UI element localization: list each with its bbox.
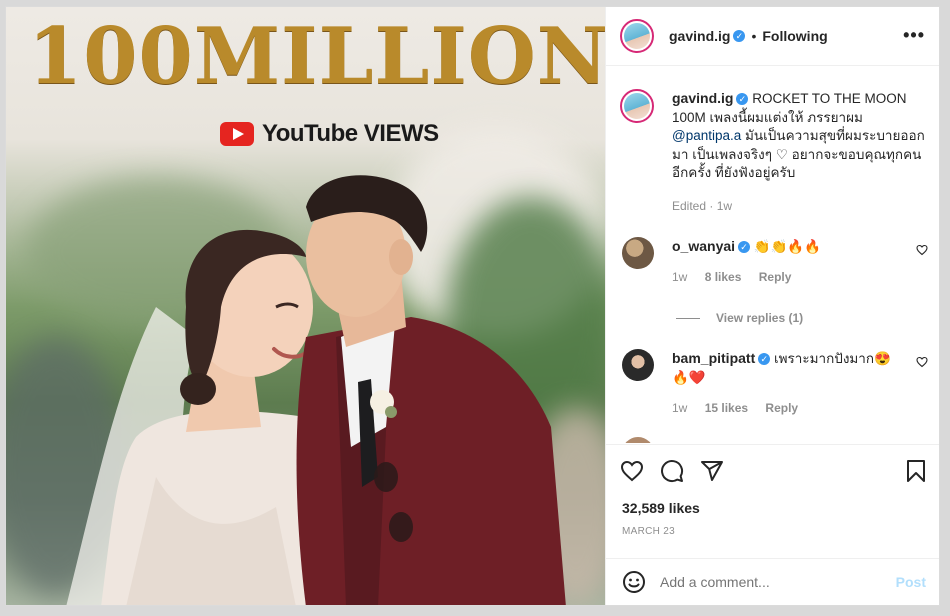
verified-badge-icon: ✓ — [758, 353, 771, 366]
author-username[interactable]: gavind.ig — [669, 28, 730, 44]
save-icon[interactable] — [906, 460, 926, 482]
add-comment-bar: Post — [606, 558, 939, 605]
caption-mention-link[interactable]: @pantipa.a — [672, 128, 741, 143]
comment-reply-button[interactable]: Reply — [759, 270, 792, 284]
youtube-badge-text: YouTube VIEWS — [262, 120, 439, 147]
commenter-avatar[interactable] — [622, 437, 654, 443]
verified-badge-icon: ✓ — [738, 241, 751, 254]
comment-icon[interactable] — [660, 459, 684, 483]
comment-likes[interactable]: 15 likes — [705, 401, 748, 415]
youtube-logo-icon — [220, 122, 254, 146]
header-separator: • — [751, 28, 757, 44]
comment-reply-button[interactable]: Reply — [765, 401, 798, 415]
commenter-username[interactable]: bam_pitipatt — [672, 350, 755, 366]
caption-avatar[interactable] — [620, 89, 654, 123]
verified-badge-icon: ✓ — [736, 93, 749, 106]
heart-small-icon[interactable] — [916, 244, 928, 256]
caption-meta: Edited · 1w — [672, 198, 733, 213]
following-button[interactable]: Following — [762, 28, 827, 44]
action-icons — [620, 459, 724, 483]
comment-meta: 1w 15 likes Reply — [672, 401, 939, 415]
youtube-badge: YouTube VIEWS — [220, 120, 439, 148]
commenter-username[interactable]: o_wanyai — [672, 238, 735, 254]
post-image[interactable]: 100MILLION YouTube VIEWS — [6, 7, 605, 605]
caption: gavind.ig ✓ ROCKET TO THE MOON 100M เพลงน… — [606, 67, 939, 213]
caption-username[interactable]: gavind.ig — [672, 90, 733, 106]
comment-age: 1w — [672, 270, 688, 284]
comments-section[interactable]: gavind.ig ✓ ROCKET TO THE MOON 100M เพลงน… — [606, 67, 939, 443]
like-icon[interactable] — [620, 459, 644, 483]
commenter-avatar[interactable] — [622, 349, 654, 381]
share-icon[interactable] — [700, 459, 724, 483]
verified-badge-icon: ✓ — [733, 30, 746, 42]
post-actions: 32,589 likes MARCH 23 Post — [606, 444, 939, 605]
post-comment-button[interactable]: Post — [896, 574, 926, 590]
comment-meta: 1w 8 likes Reply — [672, 270, 939, 284]
comment-text: bam_pitipatt ✓ เพราะมากปังมาก😍🔥❤️ — [672, 349, 939, 387]
likes-count[interactable]: 32,589 likes — [622, 500, 700, 516]
caption-text: gavind.ig ✓ ROCKET TO THE MOON 100M เพลงน… — [672, 89, 928, 183]
author-avatar[interactable] — [620, 19, 654, 53]
comment-text: o_wanyai ✓ 👏👏🔥🔥 — [672, 237, 939, 256]
comment-body: 👏👏🔥🔥 — [753, 239, 822, 254]
commenter-avatar[interactable] — [622, 237, 654, 269]
post-header: gavind.ig ✓ • Following ••• — [606, 7, 939, 66]
post-dialog: 100MILLION YouTube VIEWS gavind.ig ✓ • F… — [5, 6, 940, 606]
comment-item: bam_pitipatt ✓ เพราะมากปังมาก😍🔥❤️ 1w 15 l… — [606, 349, 939, 415]
post-date: MARCH 23 — [622, 526, 675, 537]
comment-item: o_wanyai ✓ 👏👏🔥🔥 1w 8 likes Reply — [606, 237, 939, 284]
comment-age: 1w — [672, 401, 688, 415]
post-sidebar: gavind.ig ✓ • Following ••• gavind.ig ✓ R… — [605, 7, 939, 605]
heart-small-icon[interactable] — [916, 356, 928, 368]
more-options-icon[interactable]: ••• — [903, 25, 925, 46]
headline-text: 100MILLION — [28, 11, 605, 102]
comment-likes[interactable]: 8 likes — [705, 270, 742, 284]
emoji-icon[interactable] — [622, 570, 646, 594]
view-replies-button[interactable]: View replies (1) — [676, 311, 803, 325]
comment-input[interactable] — [660, 574, 860, 590]
